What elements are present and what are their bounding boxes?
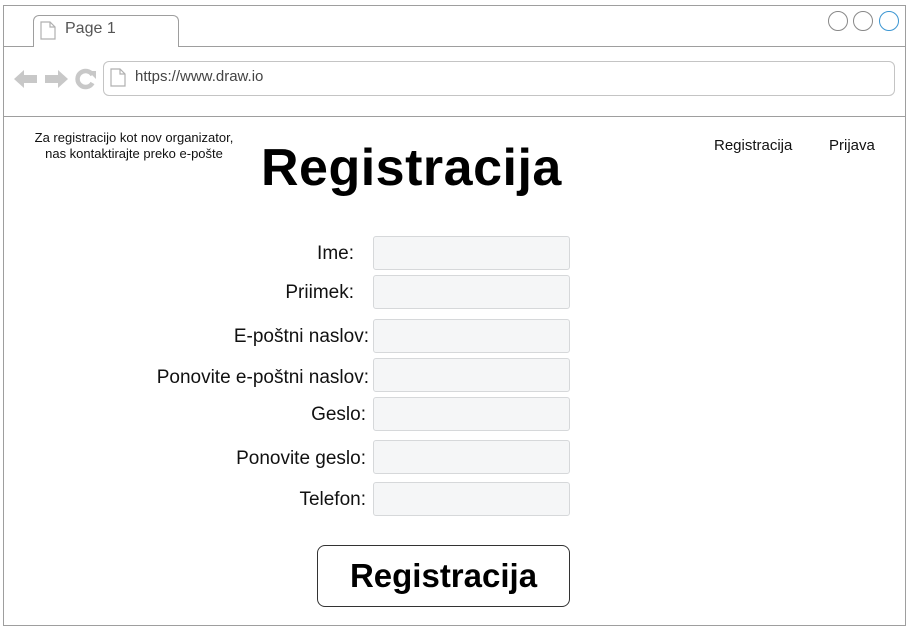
maximize-icon[interactable]	[853, 11, 873, 31]
window-controls	[828, 11, 902, 33]
page-title: Registracija	[261, 139, 562, 197]
close-icon[interactable]	[879, 11, 899, 31]
nav-link-registracija[interactable]: Registracija	[714, 137, 792, 154]
forward-icon[interactable]	[44, 69, 68, 89]
password-label: Geslo:	[311, 404, 366, 425]
email-confirm-label: Ponovite e-poštni naslov:	[156, 367, 369, 388]
email-confirm-input[interactable]	[373, 358, 570, 392]
url-text[interactable]: https://www.draw.io	[135, 68, 263, 85]
register-button[interactable]: Registracija	[317, 545, 570, 607]
minimize-icon[interactable]	[828, 11, 848, 31]
info-line-1: Za registracijo kot nov organizator,	[34, 130, 234, 145]
phone-label: Telefon:	[299, 489, 366, 510]
nav-link-prijava[interactable]: Prijava	[829, 137, 875, 154]
reload-icon[interactable]	[75, 68, 97, 90]
last-name-input[interactable]	[373, 275, 570, 309]
password-input[interactable]	[373, 397, 570, 431]
first-name-label: Ime:	[317, 243, 354, 264]
email-input[interactable]	[373, 319, 570, 353]
tab-title: Page 1	[65, 20, 116, 37]
first-name-input[interactable]	[373, 236, 570, 270]
page-icon	[40, 21, 56, 40]
email-label: E-poštni naslov:	[233, 326, 369, 347]
password-confirm-input[interactable]	[373, 440, 570, 474]
password-confirm-label: Ponovite geslo:	[236, 448, 366, 469]
phone-input[interactable]	[373, 482, 570, 516]
back-icon[interactable]	[14, 69, 38, 89]
info-line-2: nas kontaktirajte preko e-pošte	[45, 146, 223, 161]
last-name-label: Priimek:	[285, 282, 354, 303]
organizer-contact-note: Za registracijo kot nov organizator, nas…	[14, 130, 254, 162]
page-icon	[110, 68, 126, 87]
